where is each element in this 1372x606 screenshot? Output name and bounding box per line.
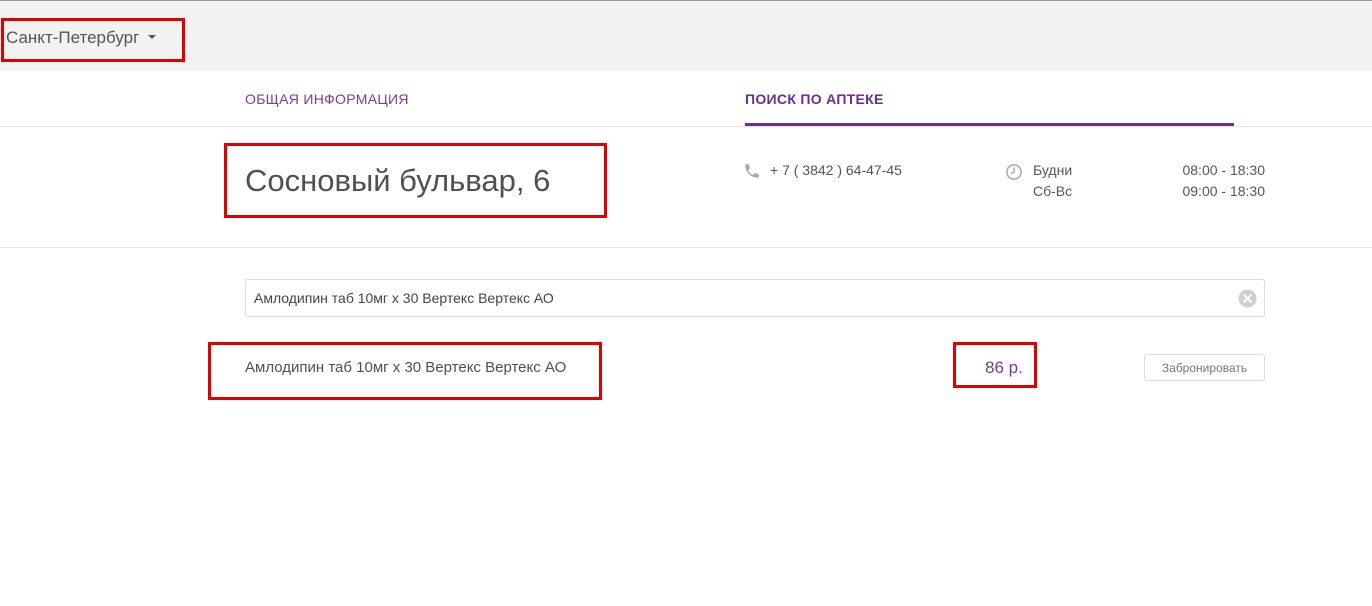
city-label: Санкт-Петербург [6, 28, 140, 47]
tab-bar: ОБЩАЯ ИНФОРМАЦИЯ ПОИСК ПО АПТЕКЕ [0, 71, 1372, 127]
result-price: 86 р. [985, 358, 1023, 377]
pharmacy-info: Сосновый бульвар, 6 + 7 ( 3842 ) 64-47-4… [0, 127, 1372, 248]
caret-down-icon [148, 34, 157, 39]
hours-weekdays-time: 08:00 - 18:30 [1182, 162, 1265, 178]
tab-pharmacy-search[interactable]: ПОИСК ПО АПТЕКЕ [745, 91, 884, 107]
tab-general-info[interactable]: ОБЩАЯ ИНФОРМАЦИЯ [245, 91, 409, 107]
result-product-name: Амлодипин таб 10мг х 30 Вертекс Вертекс … [245, 359, 567, 376]
top-bar: Санкт-Петербург [0, 0, 1372, 71]
search-box [245, 279, 1265, 317]
hours-weekend-label: Сб-Вс [1033, 183, 1073, 199]
pharmacy-address: Сосновый бульвар, 6 [245, 163, 551, 198]
phone-icon [745, 164, 759, 178]
clock-icon [1006, 164, 1022, 180]
active-tab-indicator [745, 123, 1234, 126]
hours-weekdays-label: Будни [1033, 162, 1073, 178]
pharmacy-phone: + 7 ( 3842 ) 64-47-45 [770, 162, 902, 178]
search-input[interactable] [246, 280, 1226, 316]
reserve-button[interactable]: Забронировать [1144, 354, 1265, 381]
city-selector[interactable]: Санкт-Петербург [6, 28, 157, 48]
hours-weekend-time: 09:00 - 18:30 [1182, 183, 1265, 199]
clear-icon[interactable] [1238, 289, 1257, 308]
